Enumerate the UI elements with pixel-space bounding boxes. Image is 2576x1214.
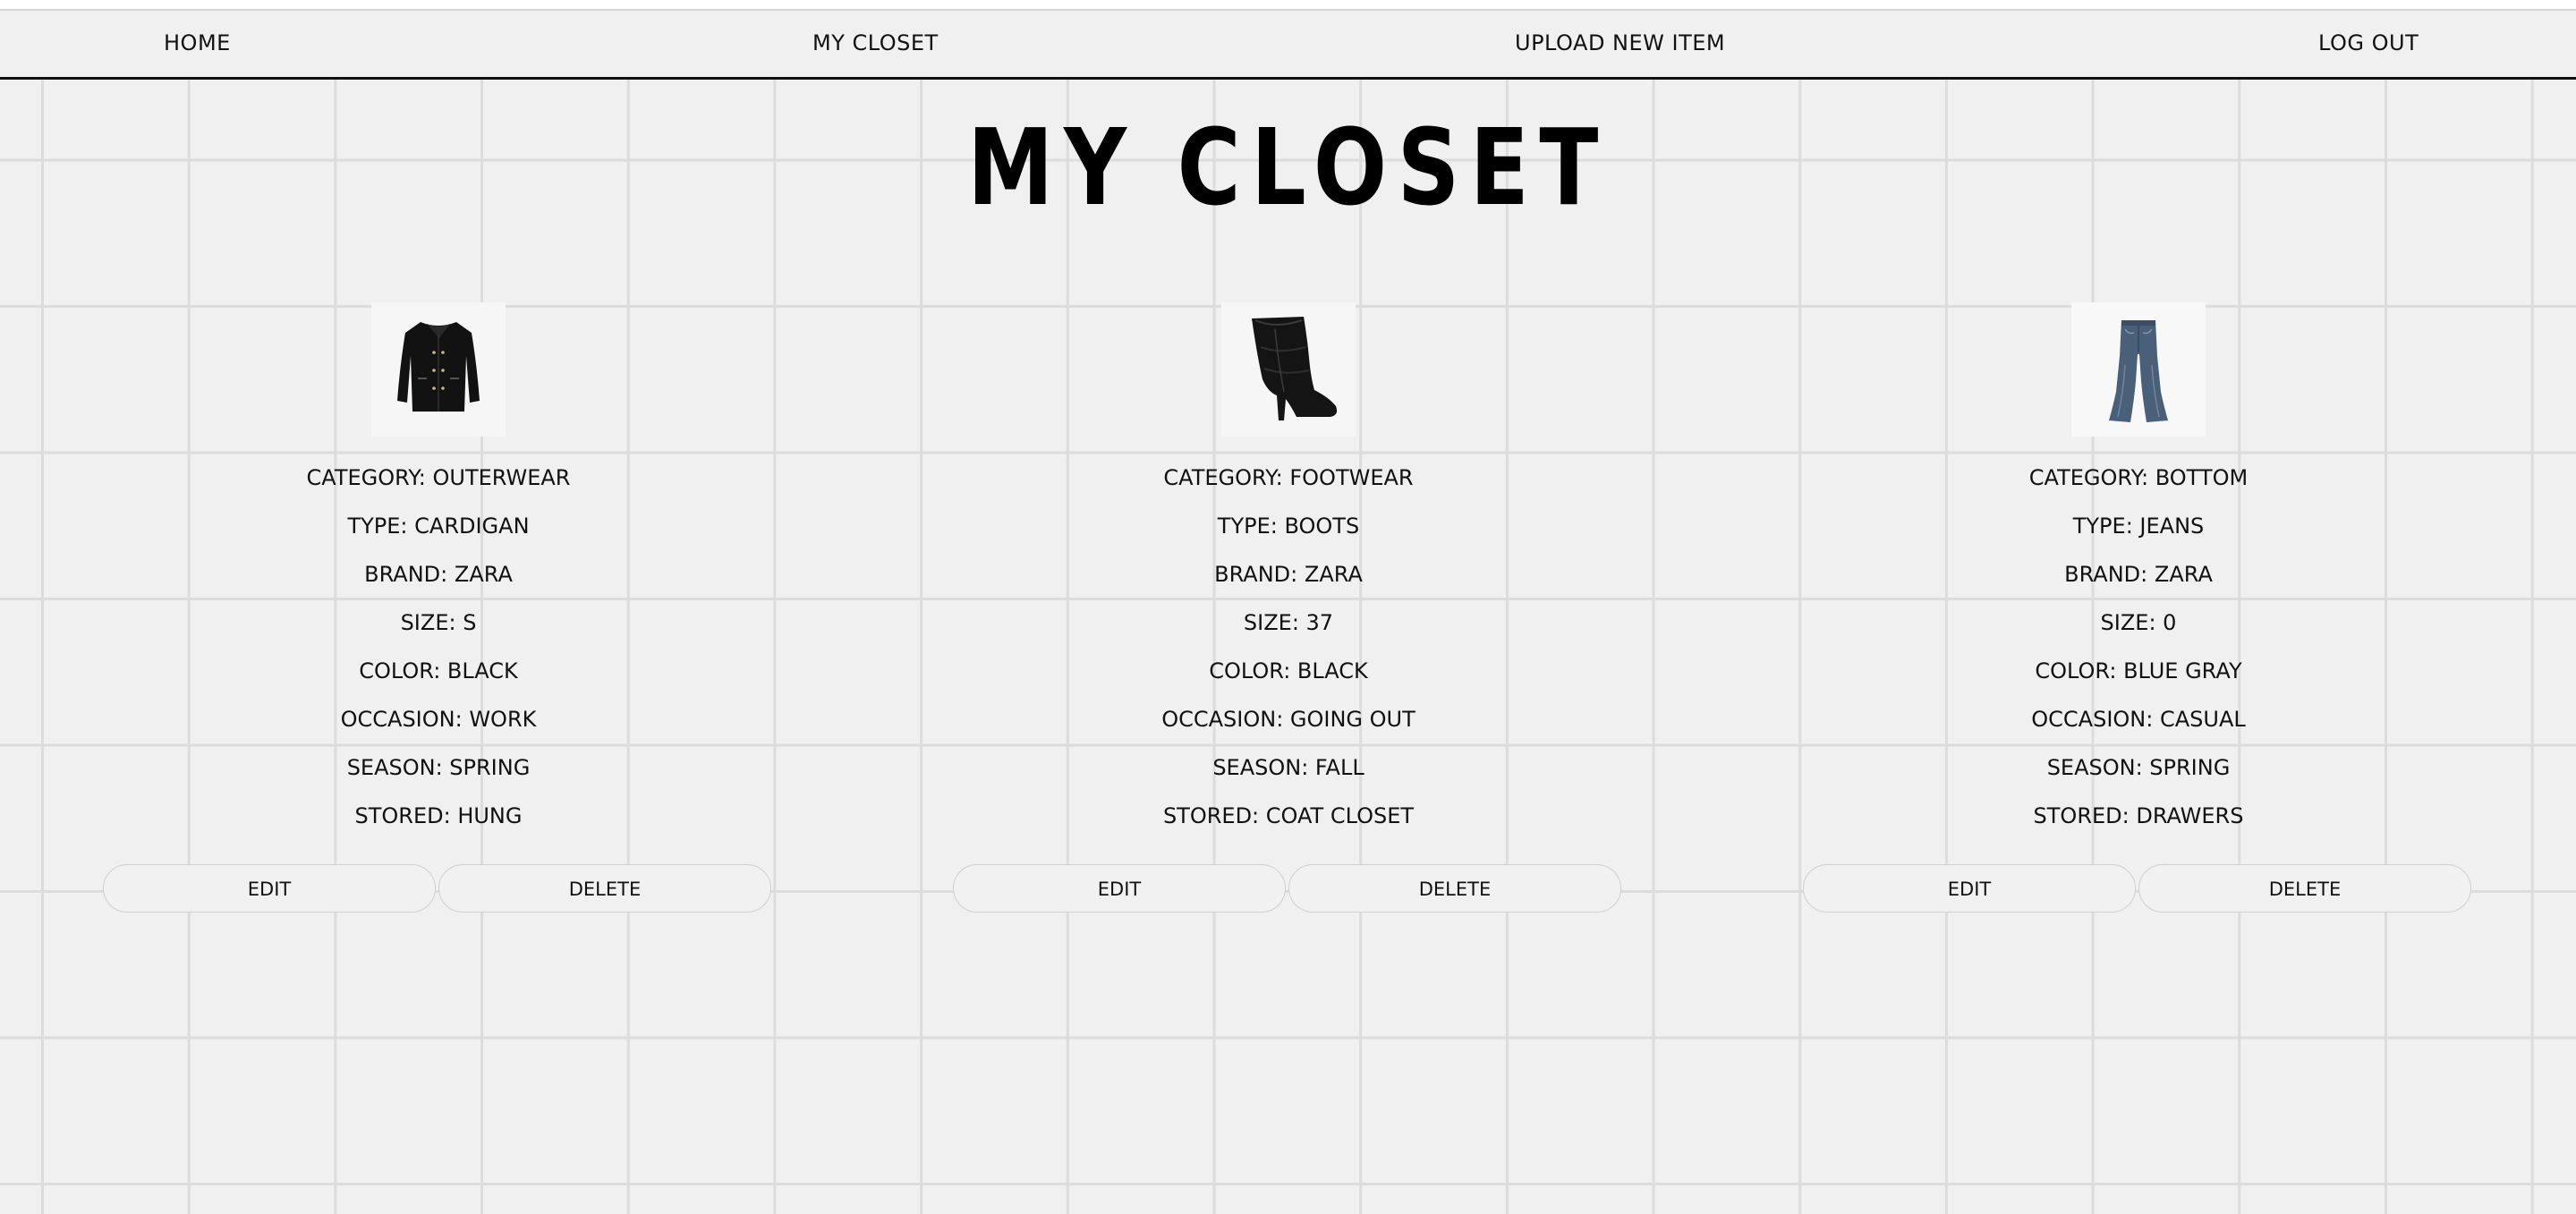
item-brand: BRAND: ZARA bbox=[1214, 562, 1363, 587]
page-title: MY CLOSET bbox=[967, 106, 1609, 229]
closet-page: HOME MY CLOSET UPLOAD NEW ITEM LOG OUT M… bbox=[0, 0, 2576, 1214]
item-color: COLOR: BLUE GRAY bbox=[2035, 658, 2242, 683]
item-occasion: OCCASION: GOING OUT bbox=[1161, 707, 1416, 732]
edit-button[interactable]: EDIT bbox=[103, 864, 436, 913]
nav-my-closet-link[interactable]: MY CLOSET bbox=[812, 30, 939, 55]
item-stored: STORED: HUNG bbox=[354, 803, 523, 828]
item-brand: BRAND: ZARA bbox=[2064, 562, 2213, 587]
item-season: SEASON: SPRING bbox=[2046, 755, 2231, 780]
item-category: CATEGORY: OUTERWEAR bbox=[306, 465, 571, 490]
item-brand: BRAND: ZARA bbox=[364, 562, 513, 587]
black-cardigan-jacket-image[interactable] bbox=[371, 302, 506, 437]
item-stored: STORED: DRAWERS bbox=[2033, 803, 2244, 828]
item-type: TYPE: CARDIGAN bbox=[347, 514, 530, 539]
closet-item-card: CATEGORY: OUTERWEAR TYPE: CARDIGAN BRAND… bbox=[103, 302, 774, 920]
item-occasion: OCCASION: WORK bbox=[340, 707, 537, 732]
nav-upload-new-item-link[interactable]: UPLOAD NEW ITEM bbox=[1515, 30, 1725, 55]
item-size: SIZE: 0 bbox=[2100, 610, 2177, 635]
item-size: SIZE: S bbox=[400, 610, 477, 635]
black-leather-boots-image[interactable] bbox=[1221, 302, 1356, 437]
delete-button[interactable]: DELETE bbox=[1288, 864, 1621, 913]
item-type: TYPE: JEANS bbox=[2072, 514, 2205, 539]
delete-button[interactable]: DELETE bbox=[2138, 864, 2471, 913]
item-category: CATEGORY: BOTTOM bbox=[2028, 465, 2249, 490]
edit-button[interactable]: EDIT bbox=[953, 864, 1286, 913]
item-type: TYPE: BOOTS bbox=[1217, 514, 1360, 539]
nav-log-out-link[interactable]: LOG OUT bbox=[2318, 30, 2419, 55]
browser-top-strip bbox=[0, 0, 2576, 11]
edit-button[interactable]: EDIT bbox=[1803, 864, 2136, 913]
delete-button[interactable]: DELETE bbox=[438, 864, 771, 913]
item-color: COLOR: BLACK bbox=[1209, 658, 1368, 683]
blue-gray-flared-jeans-image[interactable] bbox=[2071, 302, 2206, 437]
closet-item-card: CATEGORY: BOTTOM TYPE: JEANS BRAND: ZARA… bbox=[1803, 302, 2474, 920]
nav-home-link[interactable]: HOME bbox=[164, 30, 231, 55]
closet-item-card: CATEGORY: FOOTWEAR TYPE: BOOTS BRAND: ZA… bbox=[953, 302, 1624, 920]
jeans-icon bbox=[2071, 302, 2206, 437]
item-size: SIZE: 37 bbox=[1243, 610, 1334, 635]
item-stored: STORED: COAT CLOSET bbox=[1162, 803, 1415, 828]
boots-icon bbox=[1221, 302, 1356, 437]
item-season: SEASON: SPRING bbox=[346, 755, 531, 780]
top-navigation-bar: HOME MY CLOSET UPLOAD NEW ITEM LOG OUT bbox=[0, 11, 2576, 80]
item-season: SEASON: FALL bbox=[1212, 755, 1365, 780]
item-category: CATEGORY: FOOTWEAR bbox=[1163, 465, 1414, 490]
cardigan-jacket-icon bbox=[371, 302, 506, 437]
item-color: COLOR: BLACK bbox=[359, 658, 518, 683]
item-occasion: OCCASION: CASUAL bbox=[2031, 707, 2246, 732]
